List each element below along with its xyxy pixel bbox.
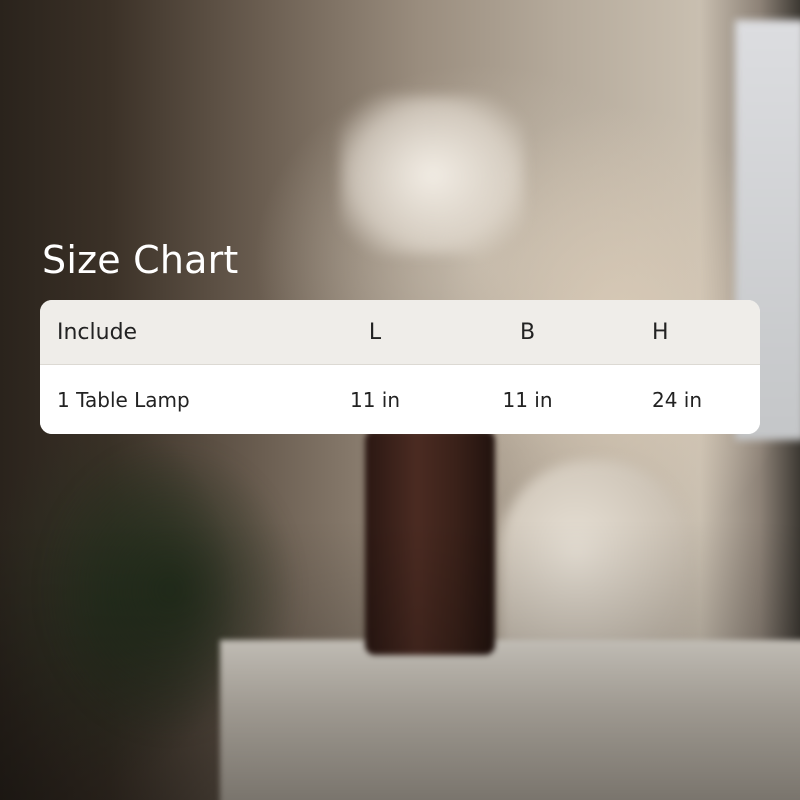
table-row: 1 Table Lamp 11 in 11 in 24 in bbox=[40, 365, 760, 434]
page-title: Size Chart bbox=[42, 238, 239, 282]
header-include: Include bbox=[57, 319, 138, 345]
cell-height: 24 in bbox=[652, 387, 703, 412]
cell-breadth: 11 in bbox=[502, 387, 553, 412]
header-height: H bbox=[652, 319, 669, 345]
header-breadth: B bbox=[519, 319, 536, 345]
cell-length: 11 in bbox=[349, 387, 401, 412]
cell-item: 1 Table Lamp bbox=[57, 387, 190, 412]
header-length: L bbox=[368, 319, 382, 345]
table-header-row: Include L B H bbox=[40, 300, 760, 365]
size-chart-table: Include L B H 1 Table Lamp 11 in 11 in 2… bbox=[40, 300, 760, 434]
